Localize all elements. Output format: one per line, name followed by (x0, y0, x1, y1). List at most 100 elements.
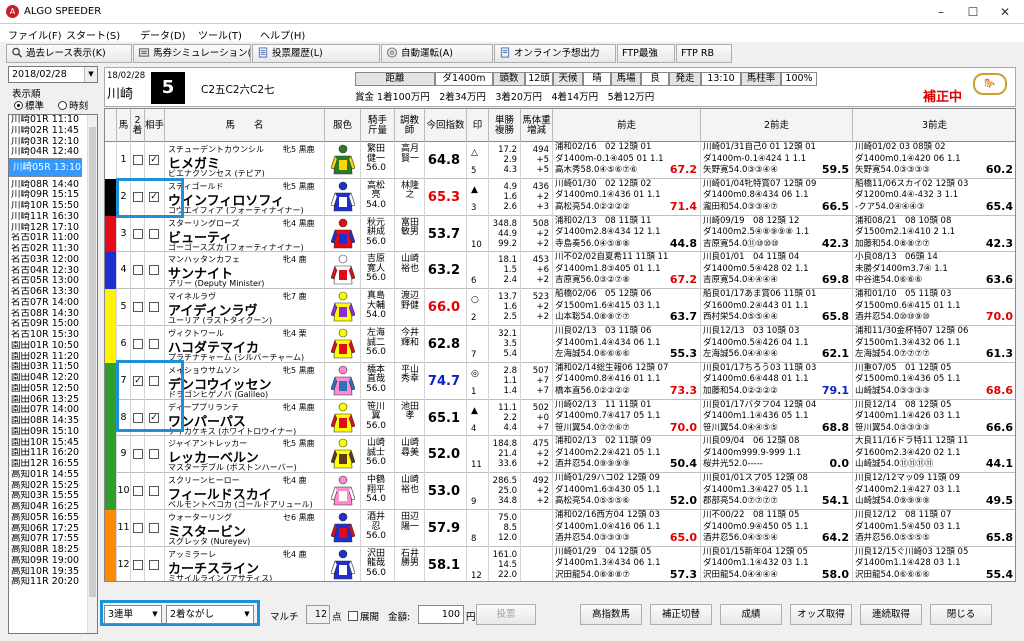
race-list-item[interactable]: 園田01R 10:50 (9, 341, 97, 352)
race-list-item[interactable]: 園田05R 12:50 (9, 384, 97, 395)
chevron-down-icon[interactable]: ▼ (84, 67, 97, 82)
second-place-checkbox[interactable] (133, 486, 143, 497)
menu-start[interactable]: スタート(S) (66, 27, 120, 42)
second-place-checkbox[interactable] (133, 302, 143, 313)
opponent-checkbox[interactable] (149, 228, 159, 239)
second-place-checkbox[interactable] (133, 155, 143, 165)
table-row[interactable]: 9 ジャイアントレッカー 牝5 黒鹿 レッカーベルン マスターデブル (ボストンハーバー… (105, 436, 1015, 474)
table-row[interactable]: 3 スターリングローズ 牝4 黒鹿 ビューティ ゴーゴースズカ (フォーティナイナー) 秋… (105, 215, 1015, 253)
second-place-checkbox[interactable] (133, 523, 143, 533)
race-list-item[interactable]: 園田08R 14:35 (9, 416, 97, 427)
race-list-item[interactable]: 園田10R 15:45 (9, 438, 97, 449)
race-list-item[interactable]: 園田03R 11:50 (9, 362, 97, 373)
race-list-item[interactable]: 園田02R 11:20 (9, 352, 97, 363)
race-list-item[interactable]: 園田11R 16:20 (9, 448, 97, 459)
minimize-button[interactable]: – (930, 4, 952, 20)
amount-input[interactable]: 100 (418, 605, 464, 624)
race-list-item[interactable]: 園田04R 12:20 (9, 373, 97, 384)
second-place-checkbox[interactable] (133, 339, 143, 349)
close-window-button[interactable]: ✕ (994, 4, 1016, 20)
opponent-checkbox[interactable]: ✓ (149, 155, 159, 165)
table-row[interactable]: 2 ✓ スティゴールド 牝5 黒鹿 ウインフィロソフィ コウエイフィア (フォーティナイナ… (105, 178, 1015, 216)
order-standard-radio[interactable] (14, 101, 23, 110)
ftp-rb-button[interactable]: FTP RB (676, 44, 732, 63)
ftp-best-button[interactable]: FTP最強 (617, 44, 675, 63)
bet-type-select[interactable]: 3連単 ▼ (104, 605, 162, 624)
second-place-checkbox[interactable]: ✓ (133, 375, 143, 386)
race-list-item[interactable]: 名古06R 13:30 (9, 287, 97, 298)
opponent-checkbox[interactable] (149, 523, 159, 533)
opponent-checkbox[interactable] (149, 302, 159, 313)
race-list-item[interactable]: 高知08R 18:25 (9, 545, 97, 556)
close-button[interactable]: 閉じる (930, 604, 992, 625)
race-list-item[interactable]: 名古03R 12:00 (9, 255, 97, 266)
race-list-item[interactable]: 川崎10R 15:50 (9, 201, 97, 212)
second-place-checkbox[interactable] (133, 228, 143, 239)
menu-file[interactable]: ファイル(F) (8, 27, 62, 42)
race-list-item[interactable]: 園田07R 14:00 (9, 405, 97, 416)
race-list-item[interactable]: 高知10R 19:35 (9, 567, 97, 578)
table-row[interactable]: 10 スクリーンヒーロー 牝4 鹿フィールドスカイ ベルモントペコカ (ゴールドアリュ… (105, 473, 1015, 510)
race-list-item[interactable]: 名古02R 11:30 (9, 244, 97, 255)
race-list-item[interactable]: 高知06R 17:25 (9, 524, 97, 535)
race-list-item[interactable]: 川崎08R 14:40 (9, 180, 97, 191)
opponent-checkbox[interactable] (149, 559, 159, 570)
scroll-thumb[interactable] (89, 127, 96, 597)
race-list-item[interactable]: 高知07R 17:55 (9, 534, 97, 545)
race-list-item[interactable]: 高知03R 15:55 (9, 491, 97, 502)
race-list-item[interactable]: 名古08R 14:30 (9, 309, 97, 320)
race-list-item[interactable]: 川崎04R 12:40 (9, 147, 97, 158)
expand-checkbox[interactable] (348, 611, 358, 621)
opponent-checkbox[interactable] (149, 375, 159, 386)
table-row[interactable]: 6 ヴィクトワール 牝4 栗ハコダテマイカ プラチナチャーム (シルバーチャーム) 左海… (105, 326, 1015, 363)
race-list[interactable]: 川崎01R 11:10 川崎02R 11:45 川崎03R 12:10 川崎04R 1… (8, 114, 98, 634)
opponent-checkbox[interactable] (149, 449, 159, 460)
online-forecast-button[interactable]: オンライン予想出力 (494, 44, 616, 63)
opponent-checkbox[interactable] (149, 265, 159, 276)
race-list-item[interactable]: 高知01R 14:55 (9, 470, 97, 481)
odds-fetch-button[interactable]: オッズ取得 (790, 604, 852, 625)
table-row[interactable]: 7 ✓ メイショウサムソン 牝5 黒鹿 デンコウイッセン ドラゴンヒゲノバ (Galile… (105, 362, 1015, 400)
race-list-item[interactable]: 名古04R 12:30 (9, 266, 97, 277)
correction-toggle-button[interactable]: 補正切替 (650, 604, 712, 625)
opponent-checkbox[interactable]: ✓ (149, 191, 159, 202)
race-list-item[interactable]: 園田09R 15:10 (9, 427, 97, 438)
race-list-item[interactable]: 高知04R 16:25 (9, 502, 97, 513)
menu-tools[interactable]: ツール(T) (198, 27, 242, 42)
race-list-item[interactable]: 高知09R 19:00 (9, 556, 97, 567)
race-list-scrollbar[interactable] (87, 115, 97, 633)
results-button[interactable]: 成績 (720, 604, 782, 625)
table-row[interactable]: 12 アッミラーレ 牝4 鹿カーチスライン ミサイルライン (アサティス) 沢田 龍哉 … (105, 546, 1015, 581)
opponent-checkbox[interactable]: ✓ (149, 412, 159, 423)
race-list-item[interactable]: 名古01R 11:00 (9, 233, 97, 244)
race-list-item[interactable]: 川崎09R 15:15 (9, 190, 97, 201)
second-place-checkbox[interactable] (133, 191, 143, 202)
second-place-checkbox[interactable] (133, 559, 143, 570)
race-list-item[interactable]: 名古07R 14:00 (9, 298, 97, 309)
date-select[interactable]: 2018/02/28 ▼ (8, 66, 98, 83)
race-list-item[interactable]: 川崎05R 13:10 (9, 158, 83, 177)
bet-simulation-button[interactable]: 馬券シミュレーション(B) (133, 44, 251, 63)
race-list-item[interactable]: 川崎03R 12:10 (9, 137, 97, 148)
second-place-checkbox[interactable] (133, 449, 143, 460)
race-list-item[interactable]: 名古05R 13:00 (9, 276, 97, 287)
menu-data[interactable]: データ(D) (140, 27, 186, 42)
vote-history-button[interactable]: 投票履歴(L) (252, 44, 380, 63)
race-list-item[interactable]: 園田12R 16:55 (9, 459, 97, 470)
race-list-item[interactable]: 高知02R 15:25 (9, 481, 97, 492)
second-place-checkbox[interactable] (133, 412, 143, 423)
table-row[interactable]: 11 ウォーターリング セ6 黒鹿 ミスタービン スグレッタ (Nureyev) 酒井 忍… (105, 510, 1015, 547)
table-row[interactable]: 4 マンハッタンカフェ 牝4 鹿サンナイト アリー (Deputy Minister)… (105, 252, 1015, 290)
bet-mode-select[interactable]: 2着ながし ▼ (166, 605, 254, 624)
expand-toggle[interactable]: 展開 (348, 609, 379, 623)
race-list-item[interactable]: 高知05R 16:55 (9, 513, 97, 524)
high-index-button[interactable]: 高指数馬 (580, 604, 642, 625)
race-list-item[interactable]: 名古10R 15:30 (9, 330, 97, 341)
race-list-item[interactable]: 川崎01R 11:10 (9, 115, 97, 126)
table-row[interactable]: 5 マイネルラヴ 牝7 鹿アイディンラヴ ユーリア (ラストタイクーン) 真島 大輔 5… (105, 289, 1015, 326)
continuous-fetch-button[interactable]: 連続取得 (860, 604, 922, 625)
race-list-item[interactable]: 名古09R 15:00 (9, 319, 97, 330)
race-list-item[interactable]: 園田06R 13:25 (9, 395, 97, 406)
auto-run-button[interactable]: 自動運転(A) (381, 44, 493, 63)
race-list-item[interactable]: 川崎12R 17:10 (9, 223, 97, 234)
